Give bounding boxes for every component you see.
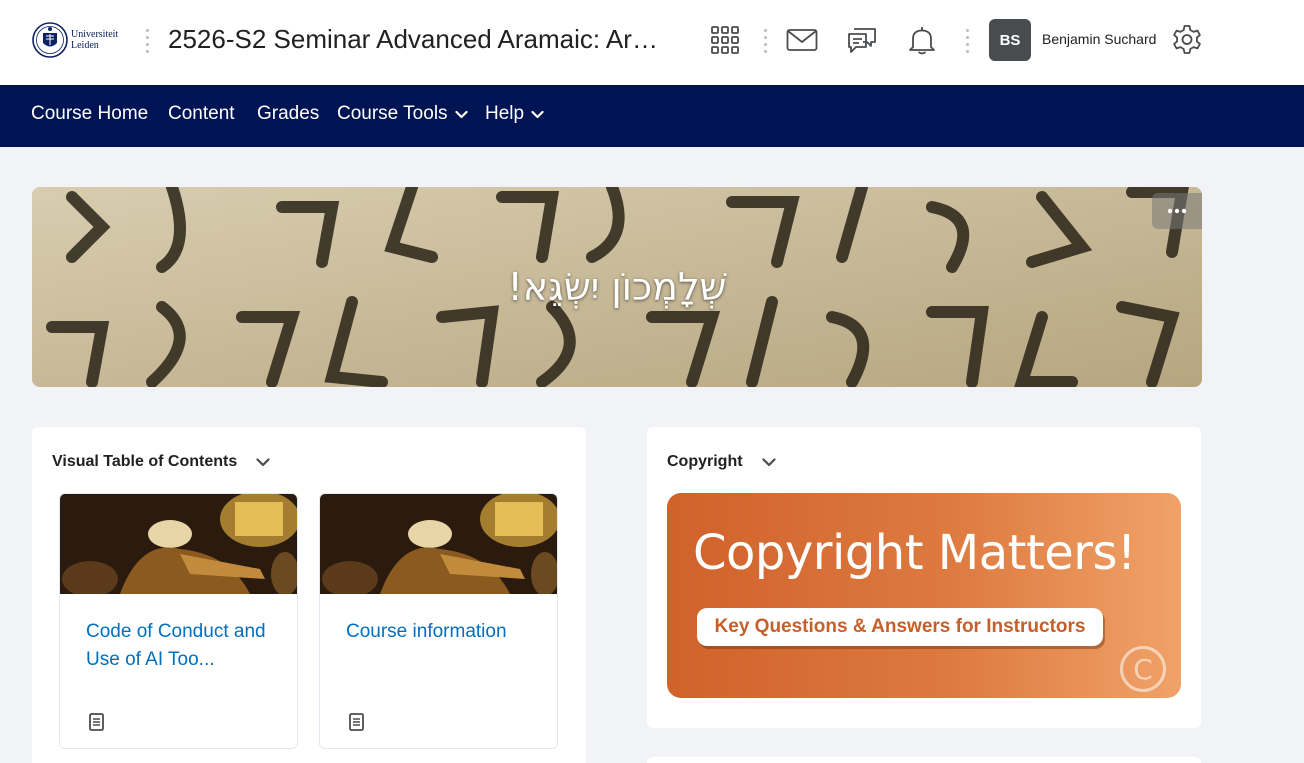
- document-icon: [349, 713, 364, 736]
- logo-text-line-1: Universiteit: [71, 29, 119, 40]
- university-seal-icon: [32, 22, 68, 58]
- nav-label: Course Tools: [337, 103, 448, 124]
- toc-card-label[interactable]: Course information: [346, 618, 526, 646]
- nav-label: Course Home: [31, 103, 149, 124]
- waffle-icon[interactable]: [705, 20, 745, 60]
- header-divider: [764, 29, 767, 55]
- document-icon: [89, 713, 104, 736]
- copyright-banner-subtitle: Key Questions & Answers for Instructors: [697, 608, 1103, 646]
- header-divider: [146, 29, 149, 55]
- top-header: Universiteit Leiden 2526-S2 Seminar Adva…: [0, 0, 1304, 85]
- chat-icon[interactable]: [842, 20, 882, 60]
- copyright-symbol-icon: C: [1120, 646, 1166, 692]
- user-avatar[interactable]: BS: [989, 19, 1031, 61]
- belshazzar-painting-image: [320, 494, 557, 594]
- copyright-banner-title: Copyright Matters!: [693, 525, 1136, 581]
- chevron-down-icon: [454, 110, 468, 118]
- copyright-matters-banner[interactable]: Copyright Matters! Key Questions & Answe…: [667, 493, 1181, 698]
- course-navbar: Course Home Content Grades Course Tools …: [0, 85, 1304, 147]
- nav-content[interactable]: Content: [168, 103, 235, 125]
- nav-label: Grades: [257, 103, 320, 124]
- toc-card[interactable]: Code of Conduct and Use of AI Too...: [59, 493, 298, 749]
- nav-course-home[interactable]: Course Home: [31, 103, 148, 125]
- gear-icon[interactable]: [1167, 20, 1207, 60]
- toc-card[interactable]: Course information: [319, 493, 558, 749]
- visual-toc-widget: Visual Table of Contents Code of Conduct…: [32, 427, 586, 763]
- user-name[interactable]: Benjamin Suchard: [1042, 31, 1156, 47]
- logo-wordmark: Universiteit Leiden: [71, 29, 118, 51]
- widget-title: Visual Table of Contents: [52, 453, 238, 470]
- chevron-down-icon[interactable]: [251, 452, 275, 472]
- banner-title: שְׁלָמְכוֹן יִשְׂגֵּא!: [507, 265, 727, 309]
- university-logo[interactable]: Universiteit Leiden: [32, 18, 132, 62]
- bell-icon[interactable]: [902, 20, 942, 60]
- nav-help[interactable]: Help: [485, 103, 544, 125]
- widget-title: Copyright: [667, 453, 743, 470]
- widget-header: Copyright: [667, 452, 781, 472]
- nav-label: Content: [168, 103, 235, 124]
- course-banner: שְׁלָמְכוֹן יִשְׂגֵּא!: [32, 187, 1202, 387]
- belshazzar-painting-image: [60, 494, 297, 594]
- next-widget: [647, 757, 1201, 763]
- chevron-down-icon[interactable]: [757, 452, 781, 472]
- ellipsis-icon[interactable]: [1152, 193, 1202, 229]
- logo-text-line-2: Leiden: [71, 40, 99, 51]
- nav-grades[interactable]: Grades: [257, 103, 319, 125]
- course-title[interactable]: 2526-S2 Seminar Advanced Aramaic: Aram..…: [168, 22, 668, 56]
- toc-card-label[interactable]: Code of Conduct and Use of AI Too...: [86, 618, 266, 674]
- chevron-down-icon: [531, 110, 544, 118]
- copyright-widget: Copyright Copyright Matters! Key Questio…: [647, 427, 1201, 728]
- header-divider: [966, 29, 969, 55]
- widget-header: Visual Table of Contents: [52, 452, 275, 472]
- mail-icon[interactable]: [782, 20, 822, 60]
- nav-label: Help: [485, 103, 525, 124]
- nav-course-tools[interactable]: Course Tools: [337, 103, 468, 125]
